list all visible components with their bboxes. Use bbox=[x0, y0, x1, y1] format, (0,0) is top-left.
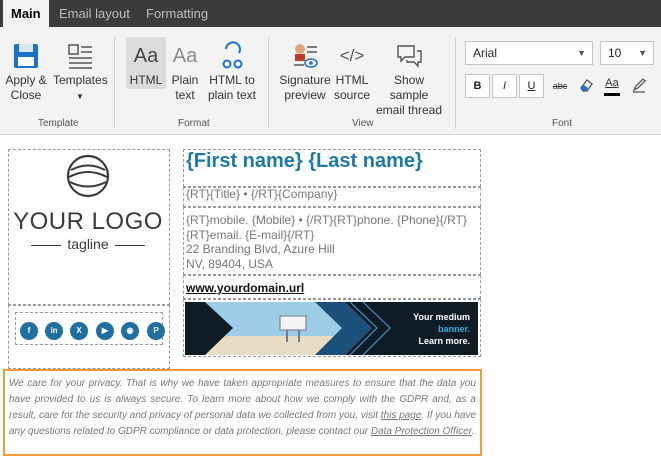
code-icon: </> bbox=[339, 46, 365, 65]
signature-preview-icon bbox=[294, 44, 318, 68]
strikethrough-button[interactable]: abc bbox=[549, 74, 571, 98]
separator bbox=[268, 37, 269, 129]
separator bbox=[114, 37, 115, 129]
chevron-down-icon: ▼ bbox=[577, 48, 586, 58]
show-thread-label-1: Show sample bbox=[389, 73, 429, 102]
templates-icon bbox=[68, 44, 92, 69]
underline-button[interactable]: U bbox=[519, 74, 544, 98]
this-page-link[interactable]: this page bbox=[381, 410, 422, 421]
html-source-button[interactable]: </> HTML source bbox=[334, 41, 370, 103]
instagram-icon[interactable]: ◉ bbox=[121, 322, 139, 340]
template-group-label: Template bbox=[38, 118, 79, 129]
signature-preview-button[interactable]: Signature preview bbox=[278, 41, 332, 103]
logo-rule-left bbox=[31, 244, 62, 246]
html-to-plain-label-1: HTML to bbox=[209, 73, 255, 87]
gdpr-disclaimer[interactable]: We care for your privacy. That is why we… bbox=[3, 369, 482, 456]
html-format-button[interactable]: Aa HTML bbox=[126, 37, 166, 89]
pinterest-icon[interactable]: P bbox=[147, 322, 165, 340]
youtube-icon[interactable]: ▶ bbox=[96, 322, 114, 340]
apply-close-label-2: Close bbox=[10, 88, 42, 102]
eraser-icon bbox=[580, 79, 593, 93]
font-size-value: 10 bbox=[608, 46, 622, 60]
banner-line-2: banner. bbox=[437, 324, 470, 334]
banner-line-1: Your medium bbox=[413, 312, 470, 322]
pen-icon bbox=[632, 78, 646, 94]
templates-button[interactable]: Templates ▼ bbox=[53, 41, 108, 104]
tab-bar: Main Email layout Formatting bbox=[0, 0, 661, 27]
apply-close-label-1: Apply & bbox=[5, 73, 47, 87]
logo-globe-icon bbox=[66, 154, 110, 198]
bold-button[interactable]: B bbox=[465, 74, 490, 98]
plain-text-label-1: Plain bbox=[171, 73, 199, 87]
html-source-label-2: source bbox=[334, 88, 371, 102]
convert-icon bbox=[222, 41, 243, 69]
signature-address-line-1[interactable]: 22 Branding Blvd, Azure Hill bbox=[186, 242, 335, 257]
font-group-label: Font bbox=[552, 118, 573, 129]
font-color-icon: Aa bbox=[605, 77, 619, 89]
html-format-label: HTML bbox=[129, 73, 163, 87]
logo-text: YOUR LOGO bbox=[13, 208, 163, 235]
font-color-button[interactable]: Aa bbox=[601, 74, 623, 98]
font-size-select[interactable]: 10 ▼ bbox=[600, 41, 654, 65]
data-protection-officer-link[interactable]: Data Protection Officer bbox=[371, 426, 472, 437]
separator bbox=[455, 37, 456, 129]
logo-rule-right bbox=[114, 244, 145, 246]
plain-text-button[interactable]: Aa Plain text bbox=[168, 41, 202, 103]
banner-text: Your medium banner. Learn more. bbox=[413, 311, 470, 347]
facebook-icon[interactable]: f bbox=[20, 322, 38, 340]
linkedin-icon[interactable]: in bbox=[45, 322, 63, 340]
signature-contact-line-1[interactable]: {RT}mobile. {Mobile} • {/RT}{RT}phone. {… bbox=[186, 213, 467, 228]
chat-bubbles-icon bbox=[397, 45, 422, 68]
signature-title-line[interactable]: {RT}{Title} • {/RT}{Company} bbox=[186, 187, 337, 202]
signature-name[interactable]: {First name} {Last name} bbox=[186, 150, 423, 173]
apply-close-button[interactable]: Apply & Close bbox=[3, 41, 49, 103]
ribbon: Apply & Close Templates ▼ Template Aa HT… bbox=[0, 27, 661, 135]
chevron-down-icon: ▼ bbox=[76, 92, 84, 101]
domain-link[interactable]: www.yourdomain.url bbox=[186, 281, 304, 295]
font-name-value: Arial bbox=[473, 46, 498, 60]
banner-line-3: Learn more. bbox=[418, 336, 470, 346]
x-icon[interactable]: X bbox=[70, 322, 88, 340]
clear-formatting-button[interactable] bbox=[575, 74, 597, 98]
show-thread-label-2: email thread bbox=[375, 103, 443, 117]
tab-formatting[interactable]: Formatting bbox=[138, 0, 216, 27]
plain-text-icon: Aa bbox=[172, 45, 198, 67]
templates-label: Templates bbox=[53, 73, 108, 87]
tab-email-layout[interactable]: Email layout bbox=[51, 0, 138, 27]
signature-preview-label-1: Signature bbox=[279, 73, 331, 87]
signature-editor-canvas[interactable]: YOUR LOGO tagline f in X ▶ ◉ P {First na… bbox=[0, 136, 661, 473]
font-name-select[interactable]: Arial ▼ bbox=[465, 41, 593, 65]
italic-button[interactable]: I bbox=[492, 74, 517, 98]
plain-text-label-2: text bbox=[175, 88, 195, 102]
html-to-plain-text-button[interactable]: HTML to plain text bbox=[205, 41, 259, 103]
chevron-down-icon: ▼ bbox=[638, 48, 647, 58]
logo-tagline-text: tagline bbox=[67, 236, 109, 252]
font-color-bar bbox=[604, 93, 620, 96]
show-sample-thread-button[interactable]: Show sample email thread bbox=[374, 41, 444, 118]
highlight-button[interactable] bbox=[628, 74, 650, 98]
banner-image[interactable]: Your medium banner. Learn more. bbox=[185, 302, 478, 355]
signature-address-line-2[interactable]: NV, 89404, USA bbox=[186, 257, 273, 272]
gdpr-text-3: . bbox=[471, 426, 475, 437]
tab-main[interactable]: Main bbox=[3, 0, 49, 27]
signature-preview-label-2: preview bbox=[284, 88, 326, 102]
format-group-label: Format bbox=[178, 118, 210, 129]
logo-tagline: tagline bbox=[12, 236, 164, 252]
view-group-label: View bbox=[352, 118, 374, 129]
html-format-icon: Aa bbox=[133, 45, 159, 67]
save-icon bbox=[14, 44, 38, 68]
logo[interactable]: YOUR LOGO tagline bbox=[12, 153, 164, 271]
html-source-label-1: HTML bbox=[335, 73, 369, 87]
html-to-plain-label-2: plain text bbox=[207, 88, 257, 102]
signature-contact-line-2[interactable]: {RT}email. {E-mail}{/RT} bbox=[186, 228, 314, 243]
